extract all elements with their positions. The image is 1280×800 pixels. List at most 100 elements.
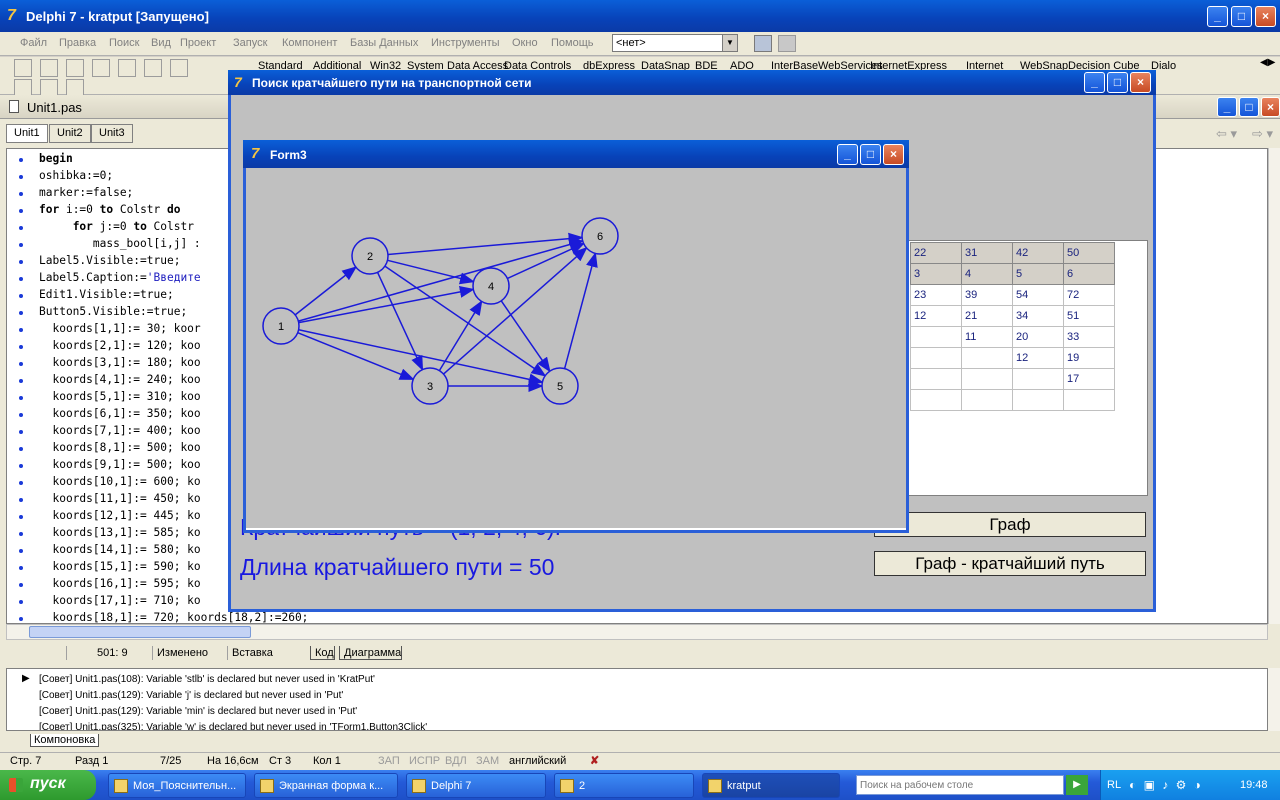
run-tool-icon[interactable] [754, 35, 772, 52]
taskbar-item[interactable]: Delphi 7 [406, 773, 546, 798]
graph-canvas[interactable]: 1 2 3 4 5 6 [248, 168, 904, 528]
menu-item-8[interactable]: Инструменты [431, 37, 500, 49]
breakpoint-dot[interactable] [19, 481, 23, 485]
open-project-icon[interactable] [118, 59, 136, 77]
grid-cell[interactable] [961, 368, 1013, 390]
grid-cell[interactable]: 51 [1063, 305, 1115, 327]
start-button[interactable]: пуск [0, 770, 96, 800]
menu-item-7[interactable]: Базы Данных [350, 37, 418, 49]
message-item[interactable]: [Совет] Unit1.pas(108): Variable 'stlb' … [39, 674, 375, 685]
grid-cell[interactable]: 33 [1063, 326, 1115, 348]
grid-cell[interactable]: 20 [1012, 326, 1064, 348]
taskbar-item[interactable]: kratput [702, 773, 840, 798]
grid-cell[interactable] [910, 326, 962, 348]
add-file-icon[interactable] [144, 59, 162, 77]
tab-diagram[interactable]: Диаграмма [339, 646, 403, 660]
grid-cell[interactable]: 5 [1012, 263, 1064, 285]
breakpoint-dot[interactable] [19, 158, 23, 162]
form3-maximize-button[interactable]: □ [860, 144, 881, 165]
grid-cell[interactable] [910, 389, 962, 411]
grid-cell[interactable] [961, 389, 1013, 411]
breakpoint-dot[interactable] [19, 515, 23, 519]
breakpoint-dot[interactable] [19, 328, 23, 332]
close-button[interactable]: × [1255, 6, 1276, 27]
grid-cell[interactable] [1012, 368, 1064, 390]
grid-cell[interactable]: 12 [1012, 347, 1064, 369]
save-icon[interactable] [66, 59, 84, 77]
taskbar-item[interactable]: Моя_Пояснительн... [108, 773, 246, 798]
message-item[interactable]: [Совет] Unit1.pas(325): Variable 'w' is … [39, 722, 427, 730]
message-item[interactable]: [Совет] Unit1.pas(129): Variable 'j' is … [39, 690, 343, 701]
grid-cell[interactable] [1063, 389, 1115, 411]
menu-item-5[interactable]: Запуск [233, 37, 267, 49]
grid-cell[interactable]: 31 [961, 242, 1013, 264]
scroll-thumb[interactable] [29, 626, 251, 638]
breakpoint-dot[interactable] [19, 583, 23, 587]
breakpoint-dot[interactable] [19, 600, 23, 604]
solution-grid[interactable]: 22 31 42 50 3 4 5 6 23 39 54 72 12 21 34 51 11 20 33 12 19 17 [906, 240, 1148, 496]
breakpoint-dot[interactable] [19, 430, 23, 434]
message-item[interactable]: [Совет] Unit1.pas(129): Variable 'min' i… [39, 706, 357, 717]
editor-tab-unit1[interactable]: Unit1 [6, 124, 48, 143]
grid-cell[interactable]: 19 [1063, 347, 1115, 369]
breakpoint-dot[interactable] [19, 226, 23, 230]
chevron-down-icon[interactable]: ▼ [722, 35, 737, 51]
menu-item-3[interactable]: Вид [151, 37, 171, 49]
grid-cell[interactable]: 6 [1063, 263, 1115, 285]
grid-cell[interactable] [910, 368, 962, 390]
form3-minimize-button[interactable]: _ [837, 144, 858, 165]
breakpoint-gutter[interactable] [7, 149, 35, 623]
breakpoint-dot[interactable] [19, 413, 23, 417]
graph-button[interactable]: Граф [874, 512, 1146, 537]
vertical-scrollbar[interactable] [1268, 148, 1280, 624]
ide-title-bar[interactable]: 7 Delphi 7 - kratput [Запущено] _ □ × [0, 0, 1280, 32]
save-all-icon[interactable] [92, 59, 110, 77]
breakpoint-dot[interactable] [19, 260, 23, 264]
grid-cell[interactable] [1012, 389, 1064, 411]
editor-minimize-button[interactable]: _ [1217, 97, 1237, 117]
form3-title-bar[interactable]: 7 Form3 _ □ × [243, 140, 909, 168]
grid-cell[interactable]: 72 [1063, 284, 1115, 306]
editor-tab-unit3[interactable]: Unit3 [91, 124, 133, 143]
breakpoint-dot[interactable] [19, 532, 23, 536]
new-icon[interactable] [14, 59, 32, 77]
menu-item-9[interactable]: Окно [512, 37, 538, 49]
grid-cell[interactable]: 11 [961, 326, 1013, 348]
breakpoint-dot[interactable] [19, 311, 23, 315]
menu-item-4[interactable]: Проект [180, 37, 216, 49]
minimize-button[interactable]: _ [1207, 6, 1228, 27]
search-go-button[interactable]: ▶ [1066, 775, 1088, 795]
breakpoint-dot[interactable] [19, 566, 23, 570]
grid-cell[interactable]: 34 [1012, 305, 1064, 327]
grid-cell[interactable]: 42 [1012, 242, 1064, 264]
grid-cell[interactable] [910, 347, 962, 369]
nav-forward-icon[interactable]: ⇨ ▾ [1252, 126, 1273, 142]
grid-cell[interactable]: 17 [1063, 368, 1115, 390]
editor-maximize-button[interactable]: □ [1239, 97, 1259, 117]
grid-cell[interactable] [961, 347, 1013, 369]
breakpoint-dot[interactable] [19, 396, 23, 400]
grid-cell[interactable]: 3 [910, 263, 962, 285]
form3-close-button[interactable]: × [883, 144, 904, 165]
grid-cell[interactable]: 21 [961, 305, 1013, 327]
grid-cell[interactable]: 39 [961, 284, 1013, 306]
breakpoint-dot[interactable] [19, 379, 23, 383]
taskbar-item[interactable]: 2 [554, 773, 694, 798]
breakpoint-dot[interactable] [19, 209, 23, 213]
main-form-title-bar[interactable]: 7 Поиск кратчайшего пути на транспортной… [228, 70, 1156, 95]
remove-file-icon[interactable] [170, 59, 188, 77]
grid-cell[interactable]: 50 [1063, 242, 1115, 264]
breakpoint-dot[interactable] [19, 464, 23, 468]
main-form-close-button[interactable]: × [1130, 72, 1151, 93]
tray-icons[interactable]: ◐ ▣ ♪ ⚙ ◑ [1129, 778, 1203, 792]
taskbar-item[interactable]: Экранная форма к... [254, 773, 398, 798]
grid-cell[interactable]: 4 [961, 263, 1013, 285]
horizontal-scrollbar[interactable] [6, 624, 1268, 640]
main-form-minimize-button[interactable]: _ [1084, 72, 1105, 93]
palette-scroll-icon[interactable]: ◀▶ [1260, 57, 1275, 68]
breakpoint-dot[interactable] [19, 345, 23, 349]
language-indicator[interactable]: RL [1107, 779, 1121, 791]
menu-item-10[interactable]: Помощь [551, 37, 594, 49]
breakpoint-dot[interactable] [19, 277, 23, 281]
grid-cell[interactable]: 22 [910, 242, 962, 264]
